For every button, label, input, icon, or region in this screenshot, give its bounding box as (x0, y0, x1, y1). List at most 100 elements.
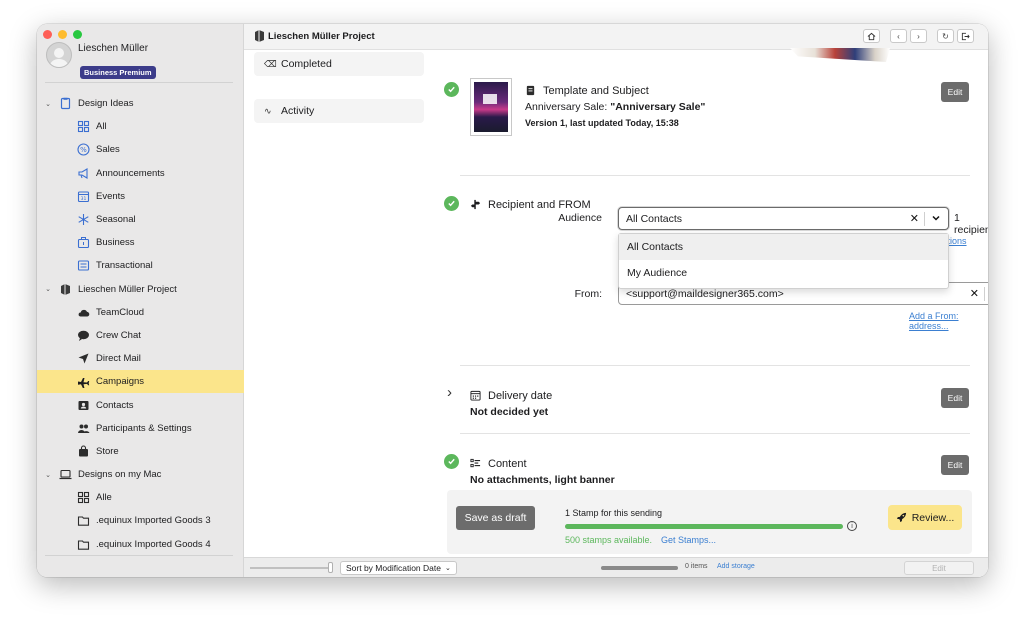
cloud-icon (77, 306, 90, 319)
sidebar-item-business[interactable]: Business (37, 231, 244, 254)
receipt-icon (77, 259, 90, 272)
campaign-sections: Template and Subject Anniversary Sale: "… (444, 64, 984, 554)
stamps-available: 500 stamps available. (565, 535, 653, 545)
chevron-down-icon[interactable]: ⌄ (43, 285, 53, 293)
signpost-icon (470, 199, 482, 211)
toolbar-buttons: ‹ › ↻ (863, 29, 974, 43)
minimize-window-button[interactable] (58, 30, 67, 39)
zoom-slider-track[interactable] (250, 567, 332, 569)
people-icon (77, 422, 90, 435)
dropdown-option-my-audience[interactable]: My Audience (619, 260, 948, 286)
chevron-right-icon[interactable]: › (447, 384, 452, 401)
edit-delivery-button[interactable]: Edit (941, 388, 969, 408)
template-title: Template and Subject (543, 85, 649, 97)
toolbar: Lieschen Müller Project ‹ › ↻ (244, 24, 988, 50)
recipient-title: Recipient and FROM (488, 199, 591, 211)
edit-content-button[interactable]: Edit (941, 455, 969, 475)
sidebar-group-label: Lieschen Müller Project (78, 283, 177, 295)
sidebar-item-events[interactable]: 31 Events (37, 185, 244, 208)
delivery-title: Delivery date (488, 390, 553, 402)
section-divider (460, 175, 970, 176)
sidebar-item-all[interactable]: All (37, 115, 244, 138)
export-button[interactable] (957, 29, 974, 43)
chevron-right-icon: › (917, 31, 920, 41)
sort-select[interactable]: Sort by Modification Date ⌄ (340, 561, 457, 575)
chevron-down-icon[interactable]: ⌄ (43, 471, 53, 479)
clear-icon[interactable]: ✕ (910, 212, 919, 225)
calendar-icon (470, 390, 482, 402)
sidebar-item-store[interactable]: Store (37, 440, 244, 463)
zoom-slider-handle[interactable] (328, 562, 333, 573)
check-icon (444, 82, 459, 97)
chevron-left-icon: ‹ (897, 31, 900, 41)
sidebar-divider (45, 82, 233, 83)
sidebar-item-imported-goods-4[interactable]: .equinux Imported Goods 4 (37, 533, 244, 556)
sidebar-item-sales[interactable]: % Sales (37, 138, 244, 161)
sidebar-item-label: .equinux Imported Goods 3 (96, 515, 211, 527)
tab-label: Activity (281, 105, 315, 117)
sidebar-item-contacts[interactable]: Contacts (37, 393, 244, 416)
add-from-address-link[interactable]: Add a From: address... (909, 311, 988, 331)
avatar (46, 42, 72, 68)
info-icon[interactable]: i (847, 521, 857, 531)
forward-button[interactable]: › (910, 29, 927, 43)
sidebar-group-designs-on-mac[interactable]: ⌄ Designs on my Mac (37, 463, 244, 486)
svg-text:%: % (80, 146, 87, 154)
sidebar-item-direct-mail[interactable]: Direct Mail (37, 347, 244, 370)
rocket-icon (896, 512, 906, 523)
sidebar-item-label: Seasonal (96, 214, 136, 226)
delivery-value: Not decided yet (470, 406, 549, 418)
tab-activity[interactable]: ∿ Activity (254, 99, 424, 123)
save-draft-button[interactable]: Save as draft (456, 506, 535, 530)
template-thumbnail[interactable] (470, 78, 512, 136)
sidebar-item-announcements[interactable]: Announcements (37, 162, 244, 185)
sidebar-item-label: Business (96, 237, 135, 249)
home-button[interactable] (863, 29, 880, 43)
sidebar-item-seasonal[interactable]: Seasonal (37, 208, 244, 231)
close-window-button[interactable] (43, 30, 52, 39)
sidebar-item-label: Store (96, 445, 119, 457)
content-value: No attachments, light banner (470, 474, 615, 486)
sidebar-group-design-ideas[interactable]: ⌄ Design Ideas (37, 92, 244, 115)
audience-dropdown: All Contacts My Audience (618, 233, 949, 289)
subject-value: "Anniversary Sale" (610, 101, 706, 113)
status-bar: Sort by Modification Date ⌄ 0 items Add … (244, 557, 988, 577)
sidebar-item-label: Events (96, 190, 126, 202)
sidebar-item-crew-chat[interactable]: Crew Chat (37, 324, 244, 347)
sidebar-group-label: Designs on my Mac (78, 469, 162, 481)
sidebar-item-participants[interactable]: Participants & Settings (37, 417, 244, 440)
dropdown-option-all-contacts[interactable]: All Contacts (619, 234, 948, 260)
add-storage-link[interactable]: Add storage (717, 563, 755, 570)
sidebar-item-campaigns[interactable]: Campaigns (37, 370, 244, 394)
refresh-icon: ↻ (942, 31, 949, 41)
section-title: Content (470, 458, 527, 470)
sidebar-item-teamcloud[interactable]: TeamCloud (37, 301, 244, 324)
clear-icon[interactable]: ✕ (970, 287, 979, 300)
chevron-down-icon[interactable]: ⌄ (43, 100, 53, 108)
tab-completed[interactable]: ⌫ Completed (254, 52, 424, 76)
audience-combobox[interactable]: All Contacts ✕ (618, 207, 949, 230)
zoom-window-button[interactable] (73, 30, 82, 39)
section-title: Template and Subject (525, 85, 649, 97)
grid-icon (77, 120, 90, 133)
check-icon (444, 454, 459, 469)
sidebar-group-project[interactable]: ⌄ Lieschen Müller Project (37, 278, 244, 301)
back-button[interactable]: ‹ (890, 29, 907, 43)
sidebar-item-transactional[interactable]: Transactional (37, 254, 244, 277)
sidebar-item-imported-goods-3[interactable]: .equinux Imported Goods 3 (37, 509, 244, 532)
review-button[interactable]: Review... (888, 505, 962, 530)
chevron-down-icon[interactable] (931, 213, 941, 223)
template-version: Version 1, last updated Today, 15:38 (525, 118, 679, 128)
activity-pulse-icon: ∿ (264, 105, 272, 116)
plan-badge: Business Premium (80, 66, 156, 79)
steps-panel: ⌫ Completed ∿ Activity (254, 52, 424, 146)
chevron-down-icon: ⌄ (444, 565, 451, 572)
sidebar-nav: ⌄ Design Ideas All % Sales Announcements… (37, 92, 244, 556)
window-controls (43, 30, 82, 39)
sidebar-item-alle[interactable]: Alle (37, 486, 244, 509)
briefcase-icon (77, 236, 90, 249)
get-stamps-link[interactable]: Get Stamps... (661, 535, 716, 545)
refresh-button[interactable]: ↻ (937, 29, 954, 43)
edit-template-button[interactable]: Edit (941, 82, 969, 102)
status-edit-button[interactable]: Edit (904, 561, 974, 575)
